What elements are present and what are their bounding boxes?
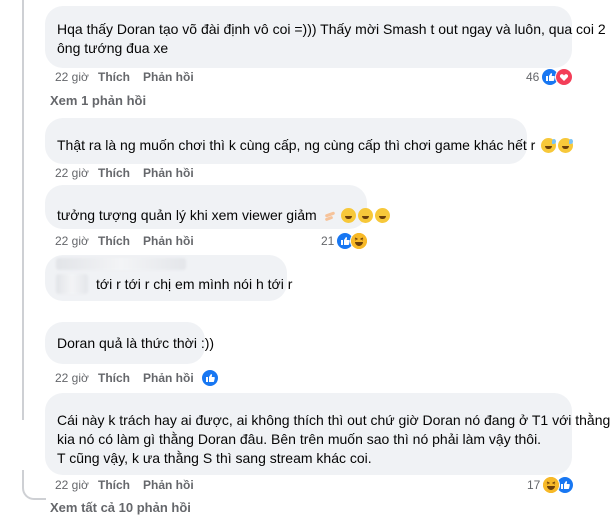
- comment-bubble: Hqa thấy Doran tạo võ đài định vô coi =)…: [45, 6, 606, 68]
- comment-text-line: tới r tới r chị em mình nói h tới r: [96, 276, 293, 292]
- sweat-smile-emoji-icon: [558, 138, 574, 153]
- reply-button[interactable]: Phản hồi: [143, 234, 194, 248]
- comment-bubble: Doran quả là thức thời :)): [45, 322, 215, 364]
- thread-line: [22, 0, 24, 420]
- reaction-summary[interactable]: 21: [321, 232, 369, 250]
- haha-icon: [542, 476, 561, 494]
- reaction-count: 17: [527, 478, 541, 492]
- like-button[interactable]: Thích: [98, 371, 143, 385]
- comment-text-line: tưởng tượng quản lý khi xem viewer giảm: [57, 206, 390, 225]
- grinning-emoji-icon: [340, 208, 356, 223]
- sweat-smile-emoji-icon: [541, 138, 557, 153]
- like-button[interactable]: Thích: [98, 166, 143, 180]
- pointing-hand-emoji-icon: [323, 210, 337, 222]
- comment-text-line: ông tướng đua xe: [57, 40, 169, 56]
- comment-text-line: Doran quả là thức thời :)): [57, 335, 215, 351]
- reaction-summary[interactable]: [201, 369, 219, 387]
- like-button[interactable]: Thích: [98, 234, 143, 248]
- comment-time[interactable]: 22 giờ: [55, 371, 98, 385]
- commenter-avatar-redacted: [56, 274, 88, 294]
- comment-time[interactable]: 22 giờ: [55, 70, 98, 84]
- like-button[interactable]: Thích: [98, 70, 143, 84]
- reply-button[interactable]: Phản hồi: [143, 371, 194, 385]
- comment-time[interactable]: 22 giờ: [55, 478, 98, 492]
- comment-text-line: Hqa thấy Doran tạo võ đài định vô coi =)…: [57, 21, 606, 37]
- reaction-count: 46: [526, 70, 540, 84]
- comment-actions: 22 giờ Thích Phản hồi: [55, 70, 194, 84]
- reaction-summary[interactable]: 17: [527, 476, 575, 494]
- like-icon: [201, 369, 219, 387]
- comment-text: Thật ra là ng muốn chơi thì k cùng cấp, …: [57, 137, 536, 153]
- commenter-name[interactable]: [56, 258, 186, 270]
- comment-text-line: Cái này k trách hay ai được, ai không th…: [57, 412, 610, 428]
- comment-text-line: kia nó có làm gì thằng Doran đâu. Bên tr…: [57, 431, 542, 447]
- reaction-count: 21: [321, 234, 335, 248]
- comment-text-line: Thật ra là ng muốn chơi thì k cùng cấp, …: [57, 136, 574, 155]
- grinning-emoji-icon: [357, 208, 373, 223]
- love-icon: [555, 68, 574, 86]
- like-button[interactable]: Thích: [98, 478, 143, 492]
- reply-button[interactable]: Phản hồi: [143, 166, 194, 180]
- comment-text: tưởng tượng quản lý khi xem viewer giảm: [57, 207, 317, 223]
- comment-actions: 22 giờ Thích Phản hồi: [55, 478, 194, 492]
- comment-actions: 22 giờ Thích Phản hồi: [55, 234, 194, 248]
- comment-time[interactable]: 22 giờ: [55, 166, 98, 180]
- comment-actions: 22 giờ Thích Phản hồi: [55, 166, 194, 180]
- grinning-emoji-icon: [374, 208, 390, 223]
- comment-bubble: Cái này k trách hay ai được, ai không th…: [45, 393, 610, 475]
- comment-text-line: T cũng vậy, k ưa thằng S thì sang stream…: [57, 450, 372, 466]
- reply-button[interactable]: Phản hồi: [143, 478, 194, 492]
- reaction-summary[interactable]: 46: [526, 68, 574, 86]
- comment-bubble: Thật ra là ng muốn chơi thì k cùng cấp, …: [45, 118, 574, 164]
- see-replies-link[interactable]: Xem 1 phản hồi: [50, 93, 146, 108]
- comment-bubble: tưởng tượng quản lý khi xem viewer giảm: [45, 185, 390, 229]
- see-all-replies-link[interactable]: Xem tất cả 10 phản hồi: [50, 500, 191, 515]
- reply-button[interactable]: Phản hồi: [143, 70, 194, 84]
- haha-icon: [350, 232, 369, 250]
- comment-time[interactable]: 22 giờ: [55, 234, 98, 248]
- comment-actions: 22 giờ Thích Phản hồi: [55, 371, 194, 385]
- thread-connector: [22, 470, 46, 500]
